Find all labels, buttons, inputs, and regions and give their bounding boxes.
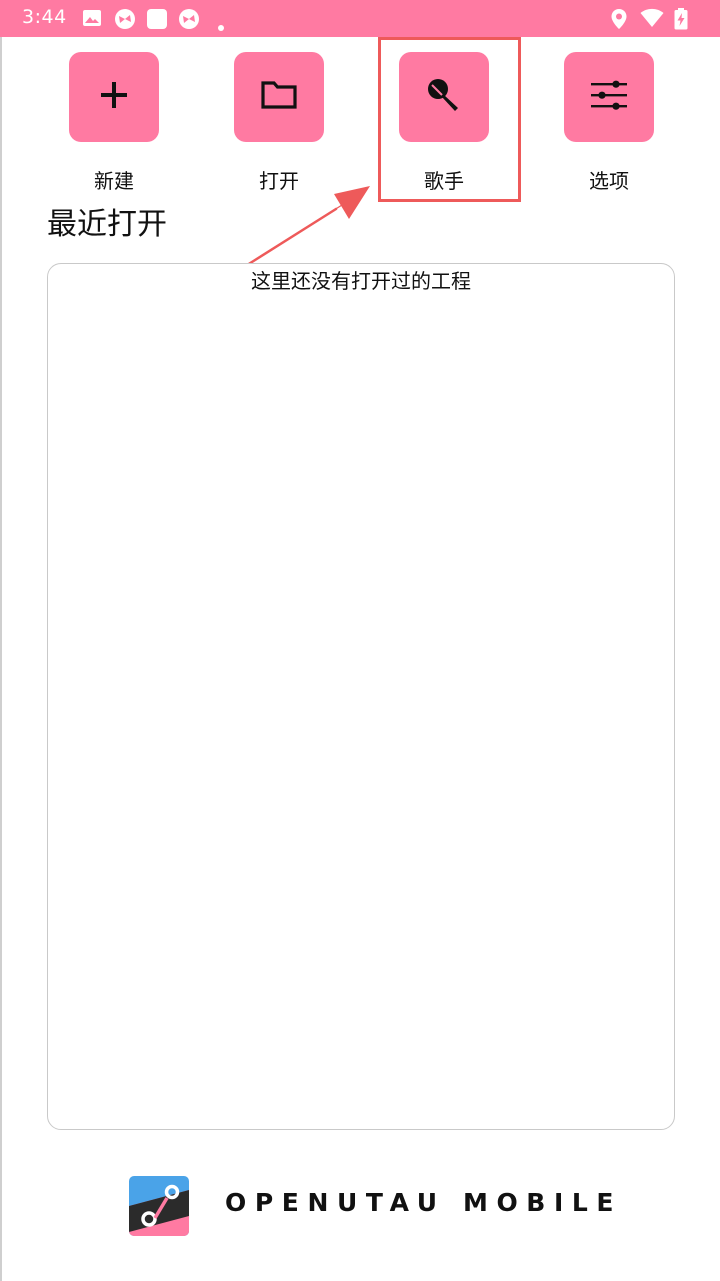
brand-name: OPENUTAU MOBILE <box>225 1188 623 1217</box>
dot-icon <box>218 16 224 35</box>
recent-projects-list[interactable]: 这里还没有打开过的工程 <box>47 263 675 1130</box>
folder-icon <box>260 80 298 114</box>
wifi-icon <box>640 8 664 32</box>
sliders-icon <box>589 78 629 116</box>
location-icon <box>610 8 628 34</box>
open-tile[interactable] <box>234 52 324 142</box>
action-bar: 新建 打开 歌手 选项 <box>0 37 720 207</box>
app-icon <box>114 8 136 34</box>
open-project-button[interactable]: 打开 <box>234 52 324 196</box>
image-icon <box>82 8 102 32</box>
options-label: 选项 <box>589 169 629 193</box>
openutau-logo-icon <box>129 1176 189 1236</box>
singers-button[interactable]: 歌手 <box>399 52 489 196</box>
options-tile[interactable] <box>564 52 654 142</box>
new-project-button[interactable]: 新建 <box>69 52 159 196</box>
singers-label: 歌手 <box>424 169 464 193</box>
status-system-icons <box>608 8 698 30</box>
status-bar: 3:44 <box>0 0 720 37</box>
microphone-icon <box>424 75 464 119</box>
status-time: 3:44 <box>22 6 67 28</box>
options-button[interactable]: 选项 <box>564 52 654 196</box>
footer-brand: OPENUTAU MOBILE <box>0 1170 720 1240</box>
new-tile[interactable] <box>69 52 159 142</box>
singers-tile[interactable] <box>399 52 489 142</box>
new-label: 新建 <box>94 169 134 193</box>
window-edge <box>0 37 2 1281</box>
battery-charging-icon <box>674 8 688 34</box>
plus-icon <box>100 81 128 113</box>
square-app-icon <box>146 8 168 34</box>
open-label: 打开 <box>259 169 299 193</box>
app-icon <box>178 8 200 34</box>
empty-recent-message: 这里还没有打开过的工程 <box>251 269 471 293</box>
recent-title: 最近打开 <box>47 207 167 242</box>
